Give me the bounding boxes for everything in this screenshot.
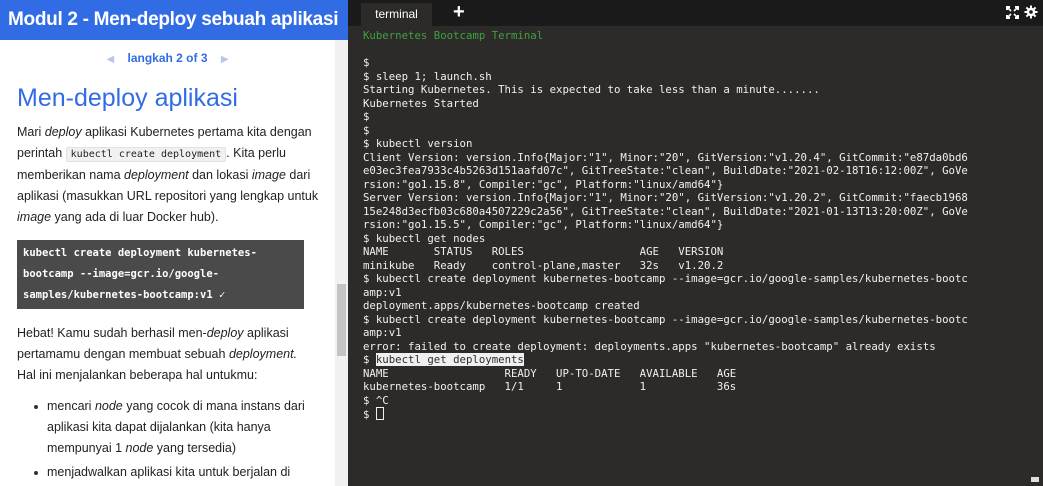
bullet-list: mencari node yang cocok di mana instans …	[17, 396, 319, 486]
terminal-line: $	[363, 123, 370, 137]
terminal-line: Server Version: version.Info{Major:"1", …	[363, 191, 968, 204]
terminal-tabbar: terminal +	[348, 0, 1043, 26]
prompt: $	[363, 408, 370, 421]
terminal-line: $ ^C	[363, 393, 389, 407]
resize-handle-icon[interactable]	[1031, 477, 1039, 482]
terminal-line: amp:v1	[363, 285, 402, 299]
terminal-line: error: failed to create deployment: depl…	[363, 339, 936, 353]
step-indicator: langkah 2 of 3	[127, 51, 208, 65]
text: node	[125, 441, 154, 455]
terminal-line: minikube Ready control-plane,master 32s …	[363, 258, 724, 272]
list-item: mencari node yang cocok di mana instans …	[34, 396, 319, 459]
terminal-line: $ kubectl create deployment kubernetes-b…	[363, 272, 968, 285]
terminal-line: 15e248d3ecfb03c680a4507229c2a56", GitTre…	[363, 204, 968, 218]
terminal-banner: Kubernetes Bootcamp Terminal	[363, 29, 544, 42]
terminal-line: rsion:"go1.15.8", Compiler:"gc", Platfor…	[363, 177, 724, 191]
text: image	[251, 168, 286, 182]
list-item: menjadwalkan aplikasi kita untuk berjala…	[34, 462, 319, 486]
terminal-line: $ sleep 1; launch.sh	[363, 69, 492, 83]
terminal-line: $	[363, 56, 370, 69]
terminal-cursor	[375, 407, 384, 420]
inline-code: kubectl create deployment	[65, 147, 227, 162]
module-title: Modul 2 - Men-deploy sebuah aplikasi	[8, 9, 339, 30]
text: Hal ini menjalankan beberapa hal untukmu…	[17, 368, 258, 382]
text: dan lokasi	[188, 168, 252, 182]
text: mencari	[47, 399, 95, 413]
prompt: $	[363, 353, 376, 366]
terminal-prompt-line[interactable]: $	[363, 407, 1043, 421]
terminal-panel[interactable]: terminal + Kubernetes Bootcamp Terminal …	[348, 0, 1043, 486]
terminal-line: $ kubectl version	[363, 137, 473, 150]
prev-step-icon[interactable]: ◀	[96, 54, 124, 65]
tutorial-panel: Modul 2 - Men-deploy sebuah aplikasi ◀ l…	[0, 0, 348, 486]
add-tab-button[interactable]: +	[453, 1, 465, 23]
terminal-line: Starting Kubernetes. This is expected to…	[363, 83, 820, 96]
terminal-line: Kubernetes Started	[363, 96, 479, 110]
scrollbar-thumb[interactable]	[337, 284, 346, 356]
terminal-line: kubernetes-bootcamp 1/1 1 1 36s	[363, 380, 737, 393]
text: yang tersedia)	[153, 441, 237, 455]
terminal-output[interactable]: Kubernetes Bootcamp Terminal $ $ sleep 1…	[363, 29, 1043, 421]
terminal-line: rsion:"go1.15.5", Compiler:"gc", Platfor…	[363, 218, 724, 231]
text: image	[17, 210, 52, 224]
tab-terminal[interactable]: terminal	[361, 3, 432, 26]
terminal-line: $ kubectl get nodes	[363, 231, 486, 245]
terminal-line: NAME STATUS ROLES AGE VERSION	[363, 245, 724, 258]
gear-icon[interactable]	[1024, 5, 1038, 24]
terminal-line: Client Version: version.Info{Major:"1", …	[363, 150, 968, 164]
terminal-line: deployment.apps/kubernetes-bootcamp crea…	[363, 299, 640, 312]
terminal-line: amp:v1	[363, 326, 402, 339]
terminal-line: NAME READY UP-TO-DATE AVAILABLE AGE	[363, 366, 737, 380]
intro-paragraph: Mari deploy aplikasi Kubernetes pertama …	[17, 122, 319, 228]
fullscreen-icon[interactable]	[1006, 6, 1019, 24]
next-step-icon[interactable]: ▶	[211, 54, 239, 65]
scrollbar[interactable]	[335, 40, 348, 486]
terminal-line: e03ec3fea7933c4b5263d151aafd07c", GitTre…	[363, 164, 968, 177]
executable-code-block[interactable]: kubectl create deployment kubernetes-boo…	[17, 240, 304, 309]
text: Hebat! Kamu sudah berhasil men-	[17, 326, 207, 340]
text: Mari	[17, 125, 45, 139]
terminal-line: $	[363, 110, 370, 123]
text: deploy	[206, 326, 244, 340]
tutorial-content: Men-deploy aplikasi Mari deploy aplikasi…	[17, 82, 319, 486]
step-navigation: ◀ langkah 2 of 3 ▶	[0, 50, 335, 68]
highlighted-command: kubectl get deployments	[375, 353, 524, 366]
terminal-line: $ kubectl get deployments	[363, 353, 1043, 367]
text: yang ada di luar Docker hub).	[51, 210, 219, 224]
result-paragraph: Hebat! Kamu sudah berhasil men-deploy ap…	[17, 323, 319, 386]
text: deployment	[124, 168, 189, 182]
module-header: Modul 2 - Men-deploy sebuah aplikasi	[0, 0, 348, 40]
text: deployment.	[228, 347, 298, 361]
page-title: Men-deploy aplikasi	[17, 84, 238, 112]
terminal-line: $ kubectl create deployment kubernetes-b…	[363, 312, 968, 326]
text: node	[94, 399, 123, 413]
text: deploy	[44, 125, 82, 139]
text: menjadwalkan aplikasi kita untuk berjala…	[47, 465, 291, 479]
